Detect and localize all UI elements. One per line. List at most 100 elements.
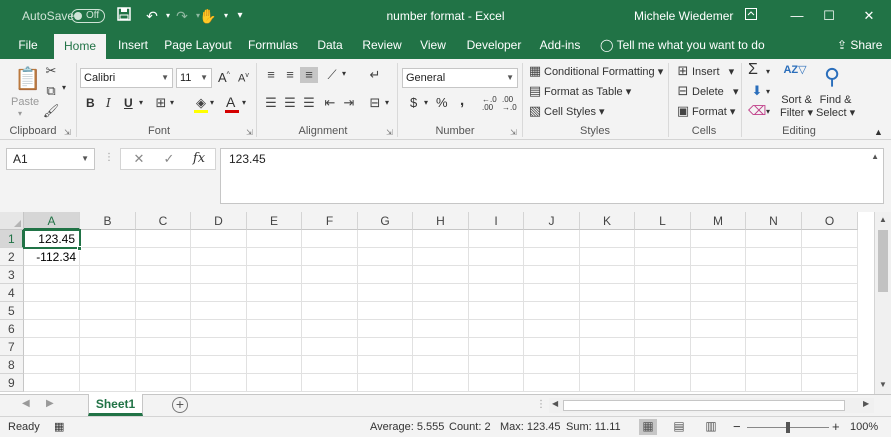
currency-dropdown-icon[interactable]: ▾	[424, 98, 428, 107]
cell[interactable]	[136, 374, 191, 392]
scroll-up-icon[interactable]: ▲	[875, 215, 891, 224]
decrease-indent-icon[interactable]: ⇤	[321, 95, 339, 111]
row-header-6[interactable]: 6	[0, 320, 24, 338]
column-header-d[interactable]: D	[191, 212, 247, 230]
cell[interactable]	[469, 302, 524, 320]
maximize-icon[interactable]: ☐	[812, 0, 846, 32]
scroll-left-icon[interactable]: ◀	[552, 399, 558, 408]
fill-color-icon[interactable]: ◈	[192, 95, 210, 111]
cell[interactable]	[413, 248, 469, 266]
cell[interactable]	[413, 266, 469, 284]
cell[interactable]	[413, 284, 469, 302]
cell[interactable]	[691, 284, 746, 302]
cell[interactable]	[302, 302, 358, 320]
row-header-3[interactable]: 3	[0, 266, 24, 284]
cell[interactable]	[191, 284, 247, 302]
cell[interactable]	[580, 338, 635, 356]
borders-dropdown-icon[interactable]: ▾	[170, 98, 174, 107]
cell[interactable]	[802, 320, 858, 338]
paste-dropdown-icon[interactable]: ▾	[18, 109, 22, 118]
column-header-n[interactable]: N	[746, 212, 802, 230]
increase-font-size-icon[interactable]: A^	[218, 70, 230, 85]
row-header-8[interactable]: 8	[0, 356, 24, 374]
customize-qat-icon[interactable]: ▾	[230, 6, 250, 26]
currency-button[interactable]: $	[410, 95, 417, 110]
percent-button[interactable]: %	[436, 95, 448, 110]
column-header-e[interactable]: E	[247, 212, 302, 230]
column-header-l[interactable]: L	[635, 212, 691, 230]
name-box[interactable]: A1 ▼	[6, 148, 95, 170]
cell[interactable]	[136, 302, 191, 320]
scroll-right-icon[interactable]: ▶	[863, 399, 869, 408]
cell[interactable]	[191, 266, 247, 284]
scroll-down-icon[interactable]: ▼	[875, 380, 891, 389]
paste-icon[interactable]: 📋	[14, 65, 41, 93]
enter-icon[interactable]: ✓	[159, 151, 179, 167]
cell-styles-icon[interactable]: ▧	[526, 103, 544, 119]
wrap-text-icon[interactable]: ↵	[366, 67, 384, 83]
formula-input[interactable]: 123.45 ▲	[220, 148, 884, 204]
status-count[interactable]: Count: 2	[449, 421, 491, 433]
cell[interactable]	[24, 374, 80, 392]
cell[interactable]	[80, 230, 136, 248]
middle-align-icon[interactable]: ≡	[281, 67, 299, 83]
cell[interactable]	[358, 266, 413, 284]
font-color-dropdown-icon[interactable]: ▾	[242, 98, 246, 107]
number-format-select[interactable]: General ▼	[402, 68, 518, 88]
tab-page-layout[interactable]: Page Layout	[162, 32, 234, 59]
row-header-2[interactable]: 2	[0, 248, 24, 266]
cell[interactable]	[413, 356, 469, 374]
row-header-5[interactable]: 5	[0, 302, 24, 320]
user-name[interactable]: Michele Wiedemer	[634, 9, 733, 23]
font-size-select[interactable]: 11 ▼	[176, 68, 212, 88]
normal-view-icon[interactable]: ▦	[639, 419, 657, 435]
cell[interactable]	[358, 356, 413, 374]
number-launcher-icon[interactable]: ⇲	[510, 128, 517, 137]
cell[interactable]	[302, 338, 358, 356]
cell[interactable]	[802, 356, 858, 374]
cell[interactable]	[247, 320, 302, 338]
cell[interactable]	[802, 266, 858, 284]
cell[interactable]	[524, 230, 580, 248]
cell[interactable]	[524, 248, 580, 266]
copy-dropdown-icon[interactable]: ▾	[62, 83, 66, 92]
cell[interactable]	[413, 230, 469, 248]
cell[interactable]	[746, 374, 802, 392]
cell[interactable]	[136, 356, 191, 374]
cell[interactable]	[580, 230, 635, 248]
cell[interactable]	[302, 284, 358, 302]
cell[interactable]	[580, 320, 635, 338]
orientation-dropdown-icon[interactable]: ▾	[342, 69, 346, 78]
top-align-icon[interactable]: ≡	[262, 67, 280, 83]
vertical-scrollbar[interactable]: ▲ ▼	[874, 212, 891, 394]
cell[interactable]	[802, 338, 858, 356]
previous-sheet-icon[interactable]: ◀	[22, 398, 30, 409]
fill-handle[interactable]	[77, 246, 82, 251]
cell[interactable]	[191, 320, 247, 338]
cell-styles-button[interactable]: Cell Styles ▾	[544, 105, 605, 118]
cell[interactable]	[524, 266, 580, 284]
format-as-table-button[interactable]: Format as Table ▾	[544, 85, 631, 98]
cell[interactable]	[524, 302, 580, 320]
cell[interactable]	[691, 230, 746, 248]
format-as-table-icon[interactable]: ▤	[526, 83, 544, 99]
cell[interactable]	[635, 356, 691, 374]
cell[interactable]	[358, 230, 413, 248]
clear-icon[interactable]: ⌫	[748, 103, 766, 119]
cell[interactable]	[635, 374, 691, 392]
cell[interactable]	[136, 248, 191, 266]
cell[interactable]	[24, 338, 80, 356]
borders-icon[interactable]: ⊞	[152, 95, 170, 111]
cell[interactable]	[746, 248, 802, 266]
cell[interactable]	[191, 302, 247, 320]
cell[interactable]	[191, 230, 247, 248]
close-icon[interactable]: ✕	[852, 0, 886, 32]
autosum-icon[interactable]: Σ	[748, 61, 758, 79]
underline-button[interactable]: U	[124, 96, 133, 110]
cell[interactable]	[247, 302, 302, 320]
increase-indent-icon[interactable]: ⇥	[340, 95, 358, 111]
tab-split-handle[interactable]: ⋮	[536, 399, 546, 410]
autosave-toggle[interactable]: Off	[71, 9, 105, 23]
comma-style-button[interactable]: ,	[460, 92, 464, 109]
cell[interactable]	[580, 284, 635, 302]
